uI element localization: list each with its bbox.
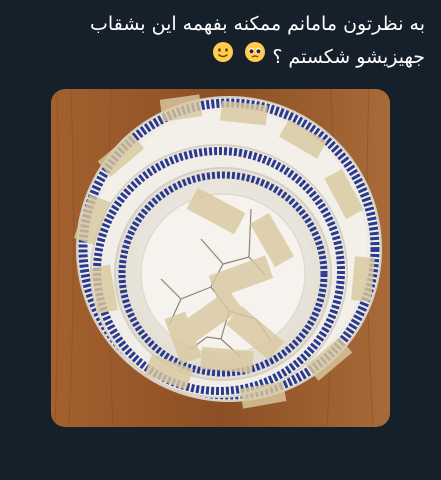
tweet-text-line-1: به نظرتون مامانم ممکنه بفهمه این بشقاب: [90, 13, 425, 35]
slightly-smiling-face-emoji-icon: [212, 41, 234, 74]
taped-broken-plates-image: [51, 89, 390, 427]
pleading-face-emoji-icon: [244, 41, 266, 74]
tweet-text-line-2-text: جهیزیشو شکستم ؟: [272, 46, 425, 68]
tweet-media-image[interactable]: [51, 89, 390, 427]
tweet-text-line-2: جهیزیشو شکستم ؟: [16, 41, 425, 74]
tweet-text: به نظرتون مامانم ممکنه بفهمه این بشقاب ج…: [16, 8, 425, 74]
tweet-view: به نظرتون مامانم ممکنه بفهمه این بشقاب ج…: [0, 0, 441, 480]
